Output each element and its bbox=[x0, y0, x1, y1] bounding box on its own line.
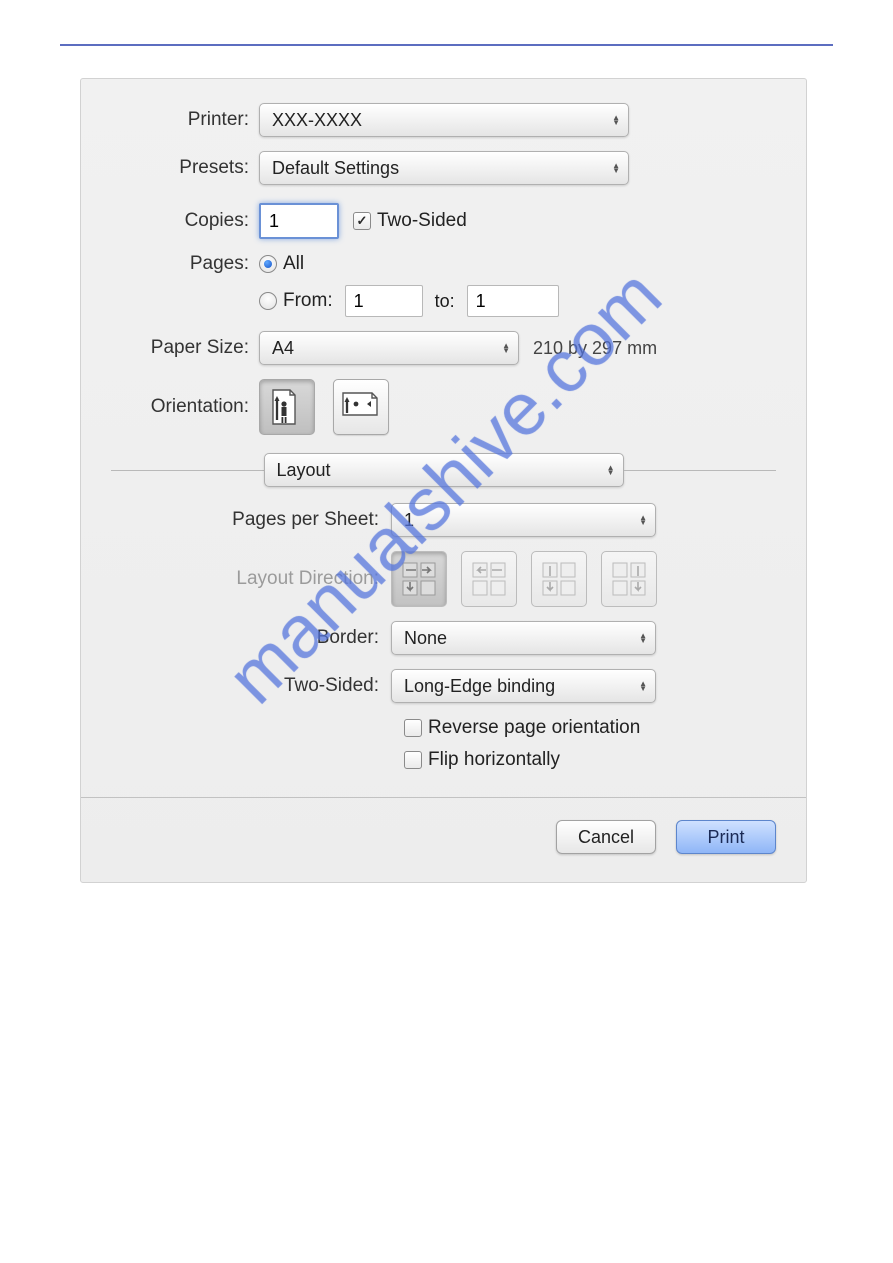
two-sided-value: Long-Edge binding bbox=[404, 676, 555, 697]
cancel-button[interactable]: Cancel bbox=[556, 820, 656, 854]
paper-size-value: A4 bbox=[272, 338, 294, 359]
orientation-portrait-button[interactable] bbox=[259, 379, 315, 435]
paper-size-label: Paper Size: bbox=[111, 337, 259, 359]
orientation-landscape-button[interactable] bbox=[333, 379, 389, 435]
reverse-page-checkbox[interactable] bbox=[404, 719, 422, 737]
pages-to-input[interactable] bbox=[467, 285, 559, 317]
two-sided-checkbox-label: Two-Sided bbox=[377, 210, 467, 232]
border-label: Border: bbox=[111, 627, 391, 649]
presets-label: Presets: bbox=[111, 157, 259, 179]
printer-label: Printer: bbox=[111, 109, 259, 131]
updown-icon bbox=[612, 163, 620, 173]
layout-direction-1-button[interactable] bbox=[391, 551, 447, 607]
layout-dir-tb-rl-icon bbox=[610, 560, 648, 598]
border-value: None bbox=[404, 628, 447, 649]
pages-label: Pages: bbox=[111, 253, 259, 275]
presets-value: Default Settings bbox=[272, 158, 399, 179]
print-button[interactable]: Print bbox=[676, 820, 776, 854]
print-button-label: Print bbox=[707, 827, 744, 848]
pages-from-input[interactable] bbox=[345, 285, 423, 317]
layout-direction-label: Layout Direction: bbox=[111, 568, 391, 590]
two-sided-select[interactable]: Long-Edge binding bbox=[391, 669, 656, 703]
updown-icon bbox=[639, 681, 647, 691]
pages-per-sheet-value: 1 bbox=[404, 510, 414, 531]
copies-label: Copies: bbox=[111, 210, 259, 232]
footer-separator bbox=[81, 797, 806, 798]
layout-dir-rl-tb-icon bbox=[470, 560, 508, 598]
updown-icon bbox=[612, 115, 620, 125]
printer-select[interactable]: XXX-XXXX bbox=[259, 103, 629, 137]
cancel-button-label: Cancel bbox=[578, 827, 634, 848]
updown-icon bbox=[502, 343, 510, 353]
updown-icon bbox=[639, 633, 647, 643]
updown-icon bbox=[607, 465, 615, 475]
page-top-rule bbox=[60, 44, 833, 46]
pages-all-radio[interactable] bbox=[259, 255, 277, 273]
pages-per-sheet-label: Pages per Sheet: bbox=[111, 509, 391, 531]
updown-icon bbox=[639, 515, 647, 525]
portrait-icon bbox=[271, 388, 303, 426]
print-dialog: manualshive.com Printer: XXX-XXXX Preset… bbox=[80, 78, 807, 883]
layout-dir-lr-tb-icon bbox=[400, 560, 438, 598]
border-select[interactable]: None bbox=[391, 621, 656, 655]
paper-dimensions: 210 by 297 mm bbox=[533, 338, 657, 359]
paper-size-select[interactable]: A4 bbox=[259, 331, 519, 365]
pages-per-sheet-select[interactable]: 1 bbox=[391, 503, 656, 537]
layout-direction-2-button[interactable] bbox=[461, 551, 517, 607]
two-sided-checkbox[interactable]: ✓ bbox=[353, 212, 371, 230]
layout-dir-tb-lr-icon bbox=[540, 560, 578, 598]
copies-input[interactable] bbox=[259, 203, 339, 239]
presets-select[interactable]: Default Settings bbox=[259, 151, 629, 185]
reverse-page-label: Reverse page orientation bbox=[428, 717, 640, 739]
pages-from-label: From: bbox=[283, 290, 333, 312]
landscape-icon bbox=[341, 391, 381, 423]
flip-horizontally-label: Flip horizontally bbox=[428, 749, 560, 771]
section-select[interactable]: Layout bbox=[264, 453, 624, 487]
orientation-label: Orientation: bbox=[111, 396, 259, 418]
layout-direction-4-button[interactable] bbox=[601, 551, 657, 607]
flip-horizontally-checkbox[interactable] bbox=[404, 751, 422, 769]
section-value: Layout bbox=[277, 460, 331, 481]
pages-to-label: to: bbox=[435, 291, 455, 312]
layout-direction-3-button[interactable] bbox=[531, 551, 587, 607]
two-sided-mode-label: Two-Sided: bbox=[111, 675, 391, 697]
printer-value: XXX-XXXX bbox=[272, 110, 362, 131]
pages-all-label: All bbox=[283, 253, 304, 275]
pages-from-radio[interactable] bbox=[259, 292, 277, 310]
